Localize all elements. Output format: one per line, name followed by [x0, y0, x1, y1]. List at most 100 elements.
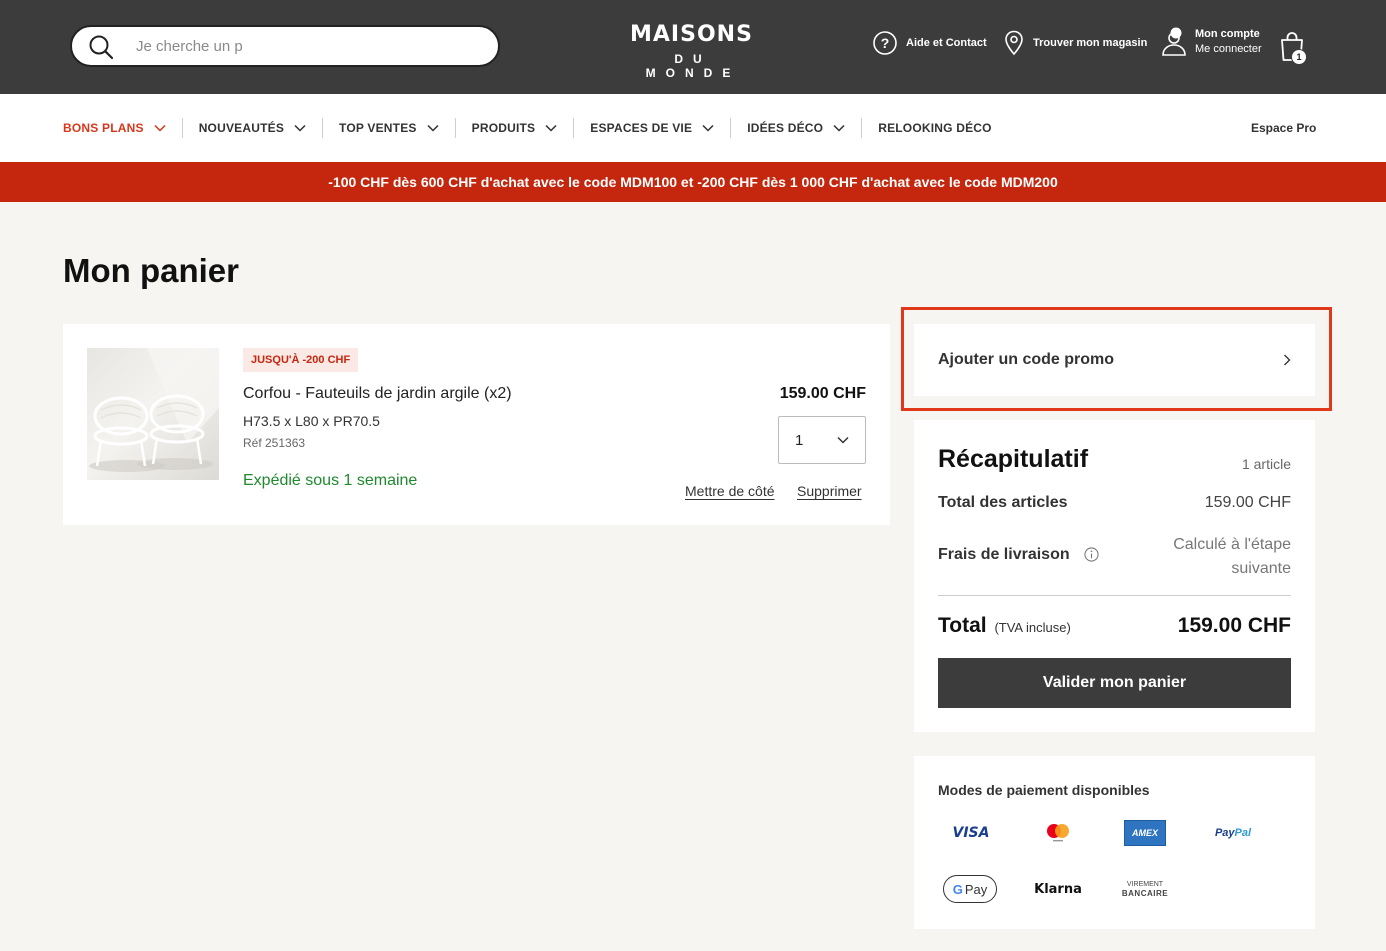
summary-divider — [938, 595, 1291, 596]
account-link[interactable]: Mon compte Me connecter — [1161, 26, 1262, 58]
items-total-value: 159.00 CHF — [1204, 494, 1291, 511]
chevron-down-icon — [154, 124, 166, 132]
nav-divider — [454, 118, 456, 138]
visa-logo: VISA — [952, 825, 990, 841]
total-label-text: Total — [938, 614, 987, 637]
product-name[interactable]: Corfou - Fauteuils de jardin argile (x2) — [243, 385, 512, 403]
search-bar[interactable] — [70, 25, 500, 67]
nav-item-label: IDÉES DÉCO — [747, 121, 824, 135]
chevron-down-icon — [837, 436, 849, 444]
page-title: Mon panier — [63, 252, 240, 289]
product-reference: Réf 251363 — [243, 436, 306, 450]
nav-item-relooking-deco[interactable]: RELOOKING DÉCO — [878, 121, 991, 135]
paypal-logo-part2: Pal — [1234, 827, 1252, 839]
chairs-illustration — [89, 348, 219, 472]
product-price: 159.00 CHF — [779, 385, 866, 402]
google-pay-text: Pay — [964, 881, 988, 897]
shipping-fees-row: Frais de livraison — [938, 546, 1099, 564]
shipping-delay: Expédié sous 1 semaine — [243, 472, 418, 489]
logo-line1: MAISONS — [630, 22, 753, 47]
svg-text:?: ? — [881, 35, 890, 51]
discount-badge: JUSQU'À -200 CHF — [243, 348, 359, 372]
brand-logo[interactable]: MAISONS DU MONDE — [630, 22, 753, 80]
nav-divider — [861, 118, 863, 138]
google-g-icon: G — [952, 881, 963, 897]
nav-item-label: PRODUITS — [471, 121, 536, 135]
mastercard-logo — [1025, 820, 1091, 846]
product-dimensions: H73.5 x L80 x PR70.5 — [243, 413, 380, 429]
paypal-logo-part1: Pay — [1214, 827, 1235, 839]
google-pay-logo: G Pay — [943, 875, 997, 903]
bank-transfer-line1: VIREMENT — [1126, 881, 1164, 888]
total-tax-note: (TVA incluse) — [994, 620, 1071, 635]
total-label: Total (TVA incluse) — [938, 614, 1071, 638]
nav-item-label: NOUVEAUTÉS — [198, 121, 285, 135]
order-summary: Récapitulatif 1 article Total des articl… — [914, 420, 1315, 732]
chevron-down-icon — [702, 124, 714, 132]
payment-methods: Modes de paiement disponibles VISA AMEX … — [914, 756, 1315, 929]
validate-cart-button[interactable]: Valider mon panier — [938, 658, 1291, 708]
nav-item-top-ventes[interactable]: TOP VENTES — [339, 121, 439, 135]
payment-methods-title: Modes de paiement disponibles — [938, 782, 1150, 798]
chevron-down-icon — [294, 124, 306, 132]
top-header: MAISONS DU MONDE ? Aide et Contact Trouv… — [0, 0, 1386, 94]
account-label: Mon compte — [1195, 28, 1260, 40]
save-for-later-link[interactable]: Mettre de côté — [685, 483, 775, 499]
chevron-down-icon — [833, 124, 845, 132]
info-icon[interactable] — [1084, 547, 1099, 562]
help-icon: ? — [873, 31, 897, 55]
nav-item-label: TOP VENTES — [339, 121, 417, 135]
total-value: 159.00 CHF — [1177, 614, 1291, 637]
search-icon[interactable] — [88, 34, 114, 60]
promo-code-label: Ajouter un code promo — [938, 351, 1114, 368]
product-image[interactable] — [87, 348, 219, 480]
nav-item-label: BONS PLANS — [63, 121, 144, 135]
summary-item-count: 1 article — [1241, 456, 1291, 472]
nav-divider — [181, 118, 183, 138]
nav-divider — [573, 118, 575, 138]
nav-item-produits[interactable]: PRODUITS — [472, 121, 558, 135]
promo-banner-text: -100 CHF dès 600 CHF d'achat avec le cod… — [328, 174, 1058, 190]
shipping-fees-value: Calculé à l'étape suivante — [1173, 533, 1291, 581]
account-sub-label: Me connecter — [1195, 43, 1262, 55]
cart-item-card: JUSQU'À -200 CHF Corfou - Fauteuils de j… — [63, 324, 890, 525]
location-pin-icon — [1005, 30, 1023, 56]
bank-transfer-line2: BANCAIRE — [1121, 889, 1169, 898]
quantity-select[interactable]: 1 — [778, 416, 866, 464]
nav-item-nouveautes[interactable]: NOUVEAUTÉS — [199, 121, 306, 135]
main-navigation: BONS PLANS NOUVEAUTÉS TOP VENTES PRODUIT… — [0, 94, 1386, 162]
help-label: Aide et Contact — [906, 37, 987, 49]
shipping-fees-value-line2: suivante — [1231, 560, 1291, 577]
user-icon — [1162, 27, 1186, 56]
summary-title: Récapitulatif — [938, 445, 1089, 473]
shipping-fees-label: Frais de livraison — [938, 546, 1070, 563]
mastercard-icon — [1047, 824, 1069, 842]
chevron-right-icon — [1284, 354, 1291, 366]
help-contact-link[interactable]: ? Aide et Contact — [872, 30, 987, 56]
search-input[interactable] — [136, 37, 476, 55]
items-total-label: Total des articles — [938, 494, 1068, 511]
nav-divider — [322, 118, 324, 138]
add-promo-code-button[interactable]: Ajouter un code promo — [914, 324, 1315, 396]
bank-transfer-logo: VIREMENT BANCAIRE — [1112, 875, 1178, 903]
espace-pro-link[interactable]: Espace Pro — [1251, 121, 1316, 135]
nav-divider — [730, 118, 732, 138]
amex-logo: AMEX — [1124, 820, 1166, 846]
chevron-down-icon — [545, 124, 557, 132]
cart-count-badge: 1 — [1291, 49, 1307, 65]
nav-item-idees-deco[interactable]: IDÉES DÉCO — [747, 121, 845, 135]
chevron-down-icon — [427, 124, 439, 132]
paypal-logo: Pay Pal — [1200, 820, 1266, 846]
nav-item-espaces-de-vie[interactable]: ESPACES DE VIE — [590, 121, 714, 135]
nav-item-bons-plans[interactable]: BONS PLANS — [63, 121, 166, 135]
klarna-logo: Klarna — [1034, 881, 1082, 897]
logo-line2: DU MONDE — [645, 52, 741, 80]
promo-banner[interactable]: -100 CHF dès 600 CHF d'achat avec le cod… — [0, 162, 1386, 202]
nav-item-label: RELOOKING DÉCO — [878, 121, 992, 135]
nav-item-label: ESPACES DE VIE — [590, 121, 693, 135]
shipping-fees-value-line1: Calculé à l'étape — [1173, 536, 1291, 553]
store-locator-link[interactable]: Trouver mon magasin — [1003, 30, 1147, 56]
quantity-value: 1 — [795, 431, 804, 449]
delete-item-link[interactable]: Supprimer — [797, 483, 862, 499]
store-label: Trouver mon magasin — [1033, 37, 1148, 49]
